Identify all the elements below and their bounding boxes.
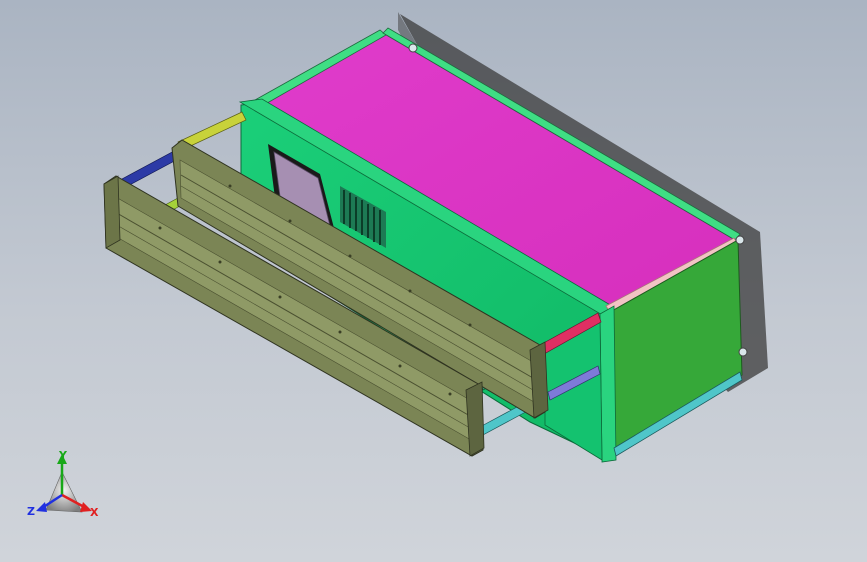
bolt-icon: [408, 43, 418, 53]
end-frame-post-front: [599, 305, 617, 463]
bolt-icon: [735, 235, 745, 245]
cad-viewport[interactable]: Y X Z: [0, 0, 867, 562]
triad-cone: [45, 471, 83, 513]
tray-front-left-cap: [103, 175, 121, 249]
z-axis-label: Z: [27, 505, 35, 518]
y-axis-label: Y: [58, 449, 68, 462]
bar-navy: [119, 149, 181, 189]
axis-triad[interactable]: Y X Z: [27, 449, 99, 519]
x-axis-label: X: [90, 506, 99, 519]
model-canvas[interactable]: Y X Z: [0, 0, 867, 562]
z-axis-arrow-icon: [36, 502, 47, 512]
bolt-icon: [738, 347, 748, 357]
